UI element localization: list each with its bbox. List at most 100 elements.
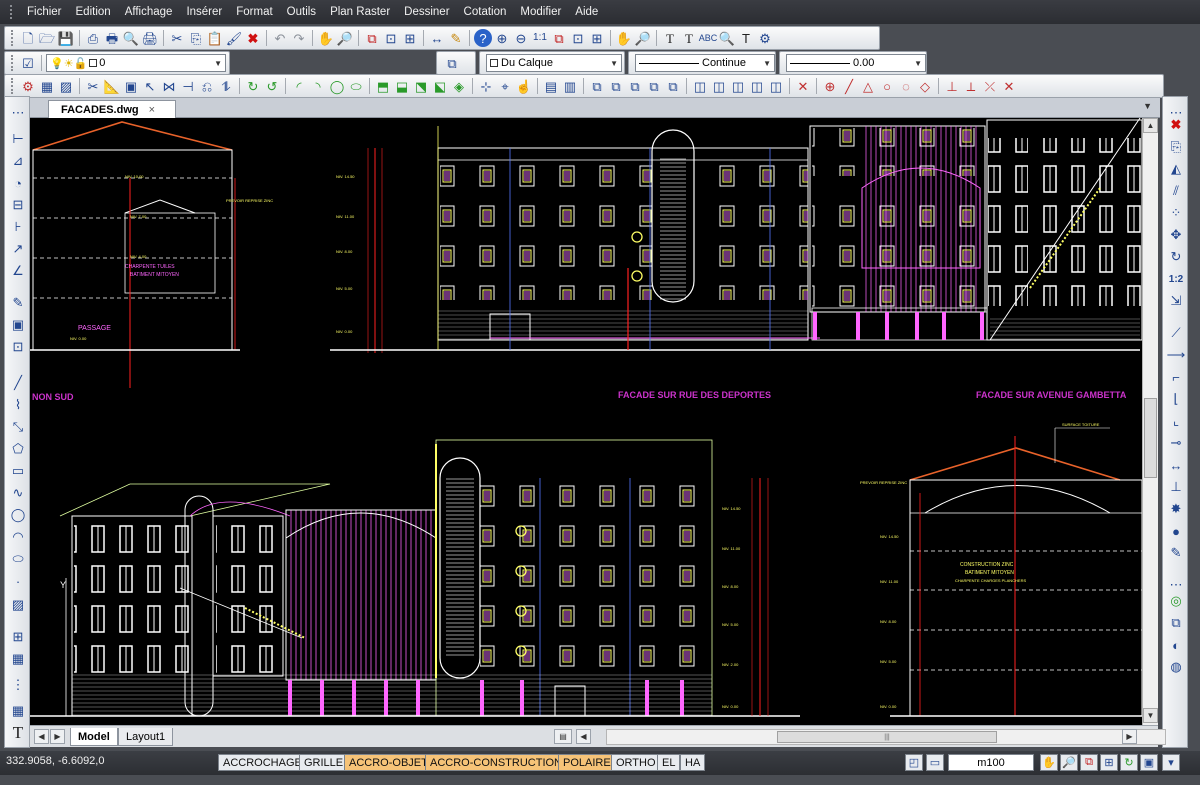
scale-icon[interactable]: 1:2: [1166, 269, 1186, 289]
menu-format[interactable]: Format: [229, 2, 279, 22]
menu-plan-raster[interactable]: Plan Raster: [323, 2, 397, 22]
zoom-window-icon[interactable]: ⧉: [363, 29, 381, 47]
menu-dessiner[interactable]: Dessiner: [397, 2, 456, 22]
dim-aligned-icon[interactable]: ⊿: [8, 151, 28, 171]
view-left-icon[interactable]: ⬔: [412, 77, 430, 95]
tab-prev-icon[interactable]: ◀: [34, 729, 49, 744]
dim-style-icon[interactable]: ▣: [8, 315, 28, 335]
menu-aide[interactable]: Aide: [568, 2, 605, 22]
layer-dropdown[interactable]: 💡 ☀ 🔓 0 ▼: [46, 54, 226, 72]
menu-fichier[interactable]: Fichier: [20, 2, 69, 22]
refresh-icon[interactable]: ↻: [244, 77, 262, 95]
fillet-icon[interactable]: ⌞: [1166, 411, 1186, 431]
snap-nearest-icon[interactable]: ⤫: [981, 77, 999, 95]
lengthen-icon[interactable]: ↔: [1166, 455, 1186, 475]
shade-icon[interactable]: ◐: [1166, 635, 1186, 655]
lineweight-dropdown[interactable]: 0.00 ▼: [786, 54, 926, 72]
orbit-icon[interactable]: ◎: [1166, 591, 1186, 611]
make-block-icon[interactable]: ▦: [8, 649, 28, 669]
magnifier-icon[interactable]: 🔎: [634, 29, 652, 47]
print-icon[interactable]: 🖨: [141, 29, 159, 47]
scroll-up-icon[interactable]: ▲: [1143, 118, 1158, 133]
save-icon[interactable]: 💾: [57, 29, 75, 47]
copy-object-icon[interactable]: ⎘: [1166, 137, 1186, 157]
attach-icon[interactable]: ⎌: [198, 77, 216, 95]
pan-icon[interactable]: ✋: [317, 29, 335, 47]
status-menu-icon[interactable]: ▾: [1162, 754, 1180, 771]
delete-icon[interactable]: ✖: [244, 29, 262, 47]
chevron-down-icon[interactable]: ▼: [1143, 101, 1152, 111]
zoom-win-3-icon[interactable]: ⧉: [626, 77, 644, 95]
zoom-one-to-one-icon[interactable]: 1:1: [531, 29, 549, 47]
align-icon[interactable]: ⊥: [1166, 477, 1186, 497]
dim-update-icon[interactable]: ⊡: [8, 337, 28, 357]
zoom-extents-icon[interactable]: ⊞: [401, 29, 419, 47]
break-object-icon[interactable]: ⌐: [1166, 367, 1186, 387]
render-2-icon[interactable]: ◫: [710, 77, 728, 95]
viewport-icon[interactable]: ▤: [542, 77, 560, 95]
linetype-dropdown[interactable]: Continue ▼: [635, 54, 775, 72]
toggle-grille[interactable]: GRILLE: [299, 754, 349, 771]
offset-icon[interactable]: ⥮: [217, 77, 235, 95]
toggle-ha[interactable]: HA: [680, 754, 706, 771]
ucs-hand-icon[interactable]: ☝: [515, 77, 533, 95]
menu-cotation[interactable]: Cotation: [457, 2, 514, 22]
snap-center-icon[interactable]: ⊕: [821, 77, 839, 95]
paper-space-icon[interactable]: ▭: [926, 754, 944, 771]
color-dropdown[interactable]: Du Calque ▼: [486, 54, 622, 72]
snap-circle-icon[interactable]: ○: [878, 77, 896, 95]
explode-icon[interactable]: ✸: [1166, 499, 1186, 519]
region-icon[interactable]: ▣: [122, 77, 140, 95]
mtext-icon[interactable]: T: [8, 723, 28, 743]
zoom-all-icon[interactable]: ⊞: [588, 29, 606, 47]
zoom-box-icon[interactable]: ⧉: [550, 29, 568, 47]
arc-icon[interactable]: ◜: [290, 77, 308, 95]
close-icon[interactable]: ×: [149, 104, 155, 116]
trim-object-icon[interactable]: ⟋: [1166, 323, 1186, 343]
paste-icon[interactable]: 📋: [206, 29, 224, 47]
plot-icon[interactable]: 🖶: [103, 29, 121, 47]
distance-icon[interactable]: ↔: [428, 29, 446, 47]
dim-baseline-icon[interactable]: ⊟: [8, 195, 28, 215]
match-properties-icon[interactable]: 🖌: [225, 29, 243, 47]
zoom-center-icon[interactable]: ⊡: [569, 29, 587, 47]
help-icon[interactable]: ?: [474, 29, 492, 47]
tab-model[interactable]: Model: [70, 728, 118, 746]
block-icon[interactable]: ▦: [38, 77, 56, 95]
menu-modifier[interactable]: Modifier: [513, 2, 568, 22]
join-icon[interactable]: ⊸: [1166, 433, 1186, 453]
undo-icon[interactable]: ↶: [271, 29, 289, 47]
dim-linear-icon[interactable]: ⊢: [8, 129, 28, 149]
rotate-icon[interactable]: ↻: [1166, 247, 1186, 267]
copy-icon[interactable]: ⎘: [187, 29, 205, 47]
table-icon[interactable]: ▦: [8, 701, 28, 721]
zoom-status-icon[interactable]: 🔎: [1060, 754, 1078, 771]
zoom-win-2-icon[interactable]: ⧉: [607, 77, 625, 95]
spellcheck-icon[interactable]: ABC: [699, 29, 718, 47]
rectangle-icon[interactable]: ▭: [8, 461, 28, 481]
sphere-icon[interactable]: ◍: [1166, 657, 1186, 677]
menu-inserer[interactable]: Insérer: [179, 2, 229, 22]
circle-icon[interactable]: ◯: [328, 77, 346, 95]
point-icon[interactable]: ·: [8, 571, 28, 591]
dim-angle-icon[interactable]: ∠: [8, 261, 28, 281]
xline-icon[interactable]: ⤡: [8, 417, 28, 437]
tab-next-icon[interactable]: ▶: [50, 729, 65, 744]
dim-edit-icon[interactable]: ✎: [8, 293, 28, 313]
snap-node-icon[interactable]: ◌: [897, 77, 915, 95]
annotation-scale-field[interactable]: m100: [948, 754, 1034, 771]
vertical-scroll-thumb[interactable]: [1144, 398, 1157, 478]
line-icon[interactable]: ╱: [8, 373, 28, 393]
ucs-icon[interactable]: ⊹: [477, 77, 495, 95]
zoom-realtime-icon[interactable]: 🔎: [336, 29, 354, 47]
tab-layout1[interactable]: Layout1: [118, 728, 174, 746]
snap-midpoint-icon[interactable]: △: [859, 77, 877, 95]
layout-toggle-icon[interactable]: ▤: [554, 729, 572, 744]
find-icon[interactable]: 🔍: [718, 29, 736, 47]
view-iso-icon[interactable]: ◈: [450, 77, 468, 95]
mirror-object-icon[interactable]: ◭: [1166, 159, 1186, 179]
zoom-win-1-icon[interactable]: ⧉: [588, 77, 606, 95]
snap-off-icon[interactable]: ✕: [794, 77, 812, 95]
vertical-scrollbar[interactable]: ▲ ▼: [1142, 118, 1158, 725]
hatch-icon[interactable]: ▨: [57, 77, 75, 95]
